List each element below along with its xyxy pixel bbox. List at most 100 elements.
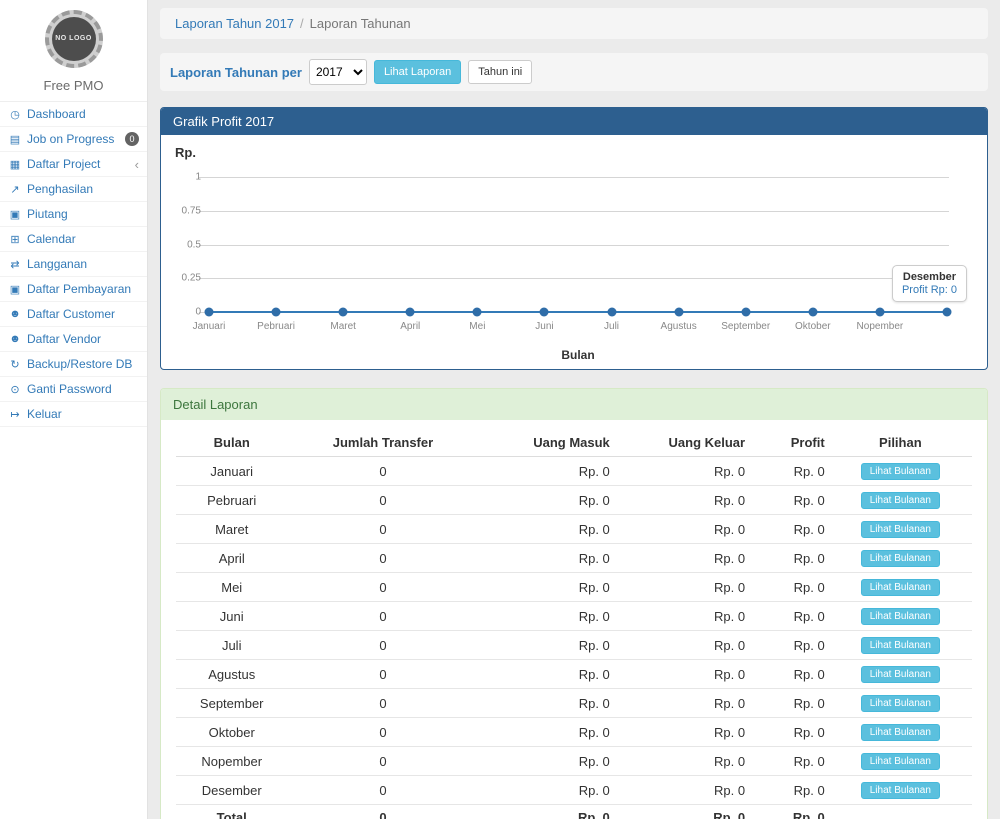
year-select[interactable]: 2017 <box>309 59 367 85</box>
table-row: Juli0Rp. 0Rp. 0Rp. 0Lihat Bulanan <box>176 631 972 660</box>
data-point-juni[interactable] <box>540 308 549 317</box>
cell-bulan: Juli <box>176 631 287 660</box>
x-tick-label: Juli <box>604 321 619 332</box>
lihat-bulanan-button[interactable]: Lihat Bulanan <box>861 579 940 596</box>
sidebar-item-calendar[interactable]: ⊞Calendar <box>0 227 147 252</box>
table-row: Januari0Rp. 0Rp. 0Rp. 0Lihat Bulanan <box>176 457 972 486</box>
cell-bulan: Desember <box>176 776 287 805</box>
lihat-bulanan-button[interactable]: Lihat Bulanan <box>861 753 940 770</box>
sidebar-item-label: Backup/Restore DB <box>27 357 139 371</box>
main-content: Laporan Tahun 2017/Laporan Tahunan Lapor… <box>148 0 1000 819</box>
data-point-september[interactable] <box>741 308 750 317</box>
data-point-oktober[interactable] <box>808 308 817 317</box>
data-point-april[interactable] <box>406 308 415 317</box>
lihat-bulanan-button[interactable]: Lihat Bulanan <box>861 463 940 480</box>
cell-profit: Rp. 0 <box>749 631 829 660</box>
lihat-bulanan-button[interactable]: Lihat Bulanan <box>861 666 940 683</box>
cell-pilihan: Lihat Bulanan <box>829 515 972 544</box>
sidebar-item-label: Ganti Password <box>27 382 139 396</box>
lihat-bulanan-button[interactable]: Lihat Bulanan <box>861 637 940 654</box>
sidebar-item-backup-restore-db[interactable]: ↻Backup/Restore DB <box>0 352 147 377</box>
lihat-bulanan-button[interactable]: Lihat Bulanan <box>861 521 940 538</box>
sidebar: NO LOGO Free PMO ◷Dashboard▤Job on Progr… <box>0 0 148 819</box>
users-icon: ☻ <box>8 333 22 345</box>
sidebar-item-daftar-pembayaran[interactable]: ▣Daftar Pembayaran <box>0 277 147 302</box>
cell-uang-keluar: Rp. 0 <box>614 631 749 660</box>
sidebar-item-job-on-progress[interactable]: ▤Job on Progress0 <box>0 127 147 152</box>
cell-pilihan: Lihat Bulanan <box>829 573 972 602</box>
lihat-bulanan-button[interactable]: Lihat Bulanan <box>861 724 940 741</box>
data-point-juli[interactable] <box>607 308 616 317</box>
data-point-agustus[interactable] <box>674 308 683 317</box>
sidebar-item-langganan[interactable]: ⇄Langganan <box>0 252 147 277</box>
cell-profit: Rp. 0 <box>749 515 829 544</box>
detail-laporan-panel: Detail Laporan Bulan Jumlah Transfer Uan… <box>160 388 988 819</box>
gridline <box>199 278 949 279</box>
table-row: September0Rp. 0Rp. 0Rp. 0Lihat Bulanan <box>176 689 972 718</box>
data-point-desember[interactable] <box>943 308 952 317</box>
cell-uang-keluar: Rp. 0 <box>614 776 749 805</box>
calendar-icon: ⊞ <box>8 233 22 246</box>
cell-pilihan <box>829 805 972 819</box>
data-point-januari[interactable] <box>205 308 214 317</box>
sidebar-item-label: Job on Progress <box>27 132 120 146</box>
tooltip-value: Profit Rp: 0 <box>902 284 957 296</box>
lihat-laporan-button[interactable]: Lihat Laporan <box>374 60 461 84</box>
data-point-maret[interactable] <box>339 308 348 317</box>
filter-label: Laporan Tahunan per <box>170 65 302 80</box>
y-tick-label: 0.5 <box>159 239 201 250</box>
lihat-bulanan-button[interactable]: Lihat Bulanan <box>861 782 940 799</box>
sidebar-item-dashboard[interactable]: ◷Dashboard <box>0 102 147 127</box>
lihat-bulanan-button[interactable]: Lihat Bulanan <box>861 695 940 712</box>
cell-bulan: Agustus <box>176 660 287 689</box>
chart-plot: 10.750.50.250JanuariPebruariMaretAprilMe… <box>209 177 947 312</box>
sidebar-item-daftar-project[interactable]: ▦Daftar Project‹ <box>0 152 147 177</box>
data-point-mei[interactable] <box>473 308 482 317</box>
sidebar-item-label: Daftar Project <box>27 157 130 171</box>
x-tick-label: Maret <box>330 321 356 332</box>
cell-bulan: Nopember <box>176 747 287 776</box>
cell-jumlah-transfer: 0 <box>287 515 478 544</box>
sidebar-item-label: Keluar <box>27 407 139 421</box>
sidebar-item-ganti-password[interactable]: ⊙Ganti Password <box>0 377 147 402</box>
breadcrumb-link-laporan-tahun[interactable]: Laporan Tahun 2017 <box>175 16 294 31</box>
sidebar-item-label: Daftar Customer <box>27 307 139 321</box>
data-point-nopember[interactable] <box>875 308 884 317</box>
lihat-bulanan-button[interactable]: Lihat Bulanan <box>861 608 940 625</box>
x-tick-label: Januari <box>193 321 226 332</box>
cell-jumlah-transfer: 0 <box>287 602 478 631</box>
sidebar-item-piutang[interactable]: ▣Piutang <box>0 202 147 227</box>
sidebar-item-keluar[interactable]: ↦Keluar <box>0 402 147 427</box>
cell-jumlah-transfer: 0 <box>287 747 478 776</box>
sidebar-item-label: Penghasilan <box>27 182 139 196</box>
sidebar-item-daftar-customer[interactable]: ☻Daftar Customer <box>0 302 147 327</box>
profit-chart-panel: Grafik Profit 2017 Rp. 10.750.50.250Janu… <box>160 107 988 370</box>
table-row: April0Rp. 0Rp. 0Rp. 0Lihat Bulanan <box>176 544 972 573</box>
tahun-ini-button[interactable]: Tahun ini <box>468 60 532 84</box>
report-table: Bulan Jumlah Transfer Uang Masuk Uang Ke… <box>176 429 972 819</box>
sidebar-item-penghasilan[interactable]: ↗Penghasilan <box>0 177 147 202</box>
table-total-row: Total0Rp. 0Rp. 0Rp. 0 <box>176 805 972 819</box>
cell-profit: Rp. 0 <box>749 689 829 718</box>
logo-ring: NO LOGO <box>45 10 103 68</box>
cell-profit: Rp. 0 <box>749 544 829 573</box>
x-tick-label: Mei <box>469 321 485 332</box>
cell-jumlah-transfer: 0 <box>287 457 478 486</box>
gridline <box>199 177 949 178</box>
table-row: Pebruari0Rp. 0Rp. 0Rp. 0Lihat Bulanan <box>176 486 972 515</box>
lihat-bulanan-button[interactable]: Lihat Bulanan <box>861 492 940 509</box>
cell-pilihan: Lihat Bulanan <box>829 602 972 631</box>
count-badge: 0 <box>125 132 139 146</box>
cell-bulan: Januari <box>176 457 287 486</box>
table-row: Agustus0Rp. 0Rp. 0Rp. 0Lihat Bulanan <box>176 660 972 689</box>
cell-profit: Rp. 0 <box>749 660 829 689</box>
lihat-bulanan-button[interactable]: Lihat Bulanan <box>861 550 940 567</box>
table-row: Mei0Rp. 0Rp. 0Rp. 0Lihat Bulanan <box>176 573 972 602</box>
sidebar-item-label: Piutang <box>27 207 139 221</box>
chart-tooltip: Desember Profit Rp: 0 <box>892 265 967 302</box>
data-point-pebruari[interactable] <box>272 308 281 317</box>
col-header-jumlah-transfer: Jumlah Transfer <box>287 429 478 457</box>
cell-profit: Rp. 0 <box>749 776 829 805</box>
breadcrumb-separator: / <box>300 16 304 31</box>
sidebar-item-daftar-vendor[interactable]: ☻Daftar Vendor <box>0 327 147 352</box>
